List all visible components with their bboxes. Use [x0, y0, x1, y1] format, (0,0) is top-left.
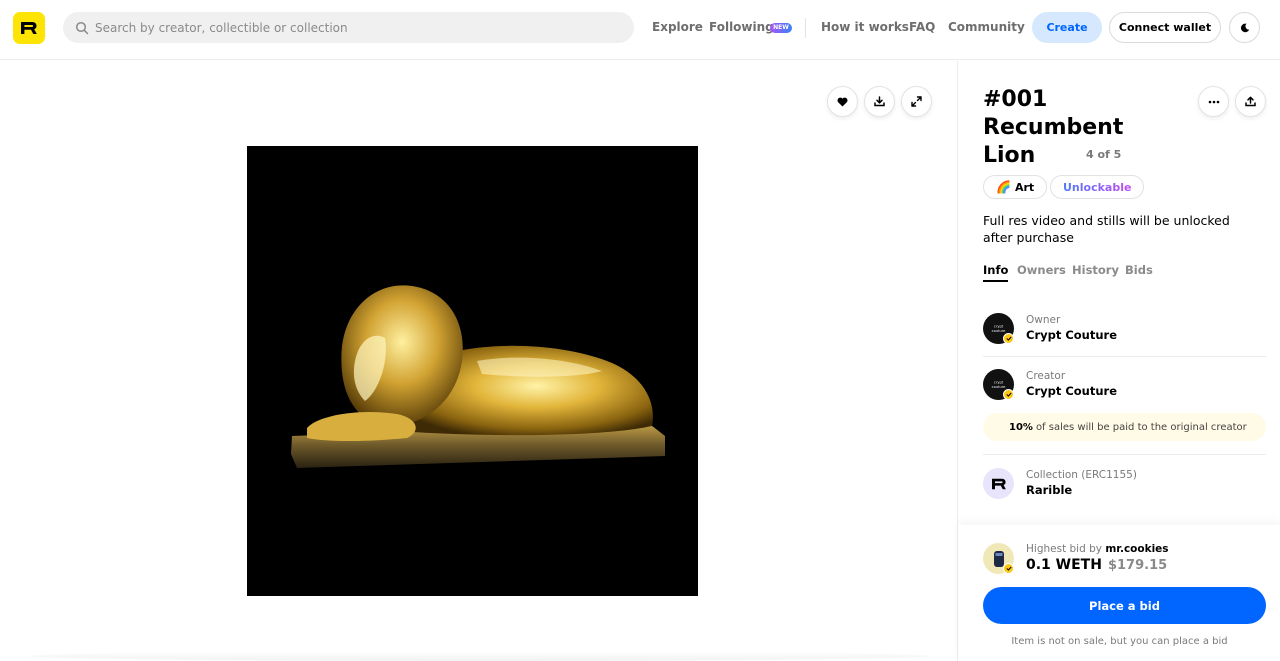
connect-wallet-button[interactable]: Connect wallet: [1109, 12, 1221, 43]
rainbow-emoji-icon: 🌈: [996, 180, 1011, 194]
tab-owners[interactable]: Owners: [1017, 263, 1066, 277]
rarible-logo-icon: [21, 22, 37, 34]
heart-icon: [837, 97, 848, 106]
tab-info[interactable]: Info: [983, 263, 1009, 282]
verified-badge-icon: [1003, 333, 1014, 344]
royalty-text: of sales will be paid to the original cr…: [1035, 421, 1247, 433]
new-badge: NEW: [770, 23, 792, 33]
verified-badge-icon: [1003, 563, 1014, 574]
category-label: Art: [1014, 180, 1035, 194]
sale-status-note: Item is not on sale, but you can place a…: [1011, 636, 1228, 647]
category-chip[interactable]: 🌈 Art: [983, 175, 1048, 199]
edition-count: 4 of 5: [1086, 148, 1122, 161]
expand-icon: [911, 96, 922, 107]
svg-text:couture: couture: [992, 385, 1007, 389]
rarible-logo[interactable]: [13, 12, 45, 44]
share-button[interactable]: [1235, 86, 1266, 117]
nav-divider: [805, 18, 806, 38]
svg-text:crypt: crypt: [994, 381, 1004, 385]
place-bid-button[interactable]: Place a bid: [983, 587, 1266, 624]
theme-toggle-button[interactable]: [1229, 12, 1260, 43]
more-options-button[interactable]: [1198, 86, 1229, 117]
bid-section: Highest bid by mr.cookies 0.1 WETH $179.1…: [958, 525, 1280, 661]
nav-following[interactable]: Following: [709, 20, 774, 34]
owner-label: Owner: [1026, 314, 1061, 326]
preview-bottom-shadow: [30, 651, 930, 661]
create-button[interactable]: Create: [1032, 12, 1102, 43]
artwork-image[interactable]: [247, 146, 698, 596]
search-icon: [75, 21, 89, 35]
royalty-notice: 10% of sales will be paid to the origina…: [983, 413, 1266, 441]
royalty-percent: 10%: [1009, 421, 1033, 433]
collection-name[interactable]: Rarible: [1026, 483, 1072, 497]
owner-name[interactable]: Crypt Couture: [1026, 328, 1117, 342]
collection-avatar[interactable]: [983, 468, 1014, 499]
highest-bid-label: Highest bid by mr.cookies: [1026, 543, 1169, 555]
svg-text:crypt: crypt: [994, 325, 1004, 329]
search-bar[interactable]: [63, 12, 634, 43]
download-icon: [874, 96, 885, 107]
svg-text:couture: couture: [992, 329, 1007, 333]
bid-usd-amount: $179.15: [1107, 558, 1168, 573]
moon-icon: [1240, 23, 1249, 32]
nav-explore[interactable]: Explore: [652, 20, 703, 34]
item-description: Full res video and stills will be unlock…: [983, 213, 1230, 245]
fullscreen-button[interactable]: [901, 86, 932, 117]
divider: [983, 356, 1266, 357]
highest-bid-prefix: Highest bid by: [1026, 543, 1102, 555]
unlockable-chip[interactable]: Unlockable: [1050, 175, 1145, 199]
golden-lion-sculpture: [291, 285, 665, 468]
nav-faq[interactable]: FAQ: [909, 20, 935, 34]
unlockable-label: Unlockable: [1063, 180, 1132, 194]
nav-community[interactable]: Community: [948, 20, 1025, 34]
rarible-logo-icon: [991, 478, 1006, 489]
like-button[interactable]: [827, 86, 858, 117]
share-icon: [1245, 96, 1256, 107]
highest-bid-amount: 0.1 WETH $179.15: [1026, 557, 1167, 573]
search-input[interactable]: [95, 20, 615, 35]
verified-badge-icon: [1003, 389, 1014, 400]
tab-bids[interactable]: Bids: [1125, 263, 1153, 277]
item-title: #001 Recumbent Lion: [983, 87, 1124, 168]
item-details-panel: #001 Recumbent Lion 4 of 5 🌈 Art Unlocka…: [957, 61, 1280, 661]
bid-crypto-amount: 0.1 WETH: [1026, 557, 1102, 573]
download-button[interactable]: [864, 86, 895, 117]
divider: [983, 454, 1266, 455]
nav-how-it-works[interactable]: How it works: [821, 20, 909, 34]
creator-name[interactable]: Crypt Couture: [1026, 384, 1117, 398]
collection-label: Collection (ERC1155): [1026, 469, 1137, 481]
tab-history[interactable]: History: [1072, 263, 1119, 277]
bidder-name[interactable]: mr.cookies: [1105, 543, 1168, 555]
more-horizontal-icon: [1208, 100, 1219, 103]
artwork-preview-area: [0, 61, 957, 661]
creator-label: Creator: [1026, 370, 1066, 382]
top-navigation-bar: Explore Following NEW How it works FAQ C…: [0, 0, 1280, 60]
